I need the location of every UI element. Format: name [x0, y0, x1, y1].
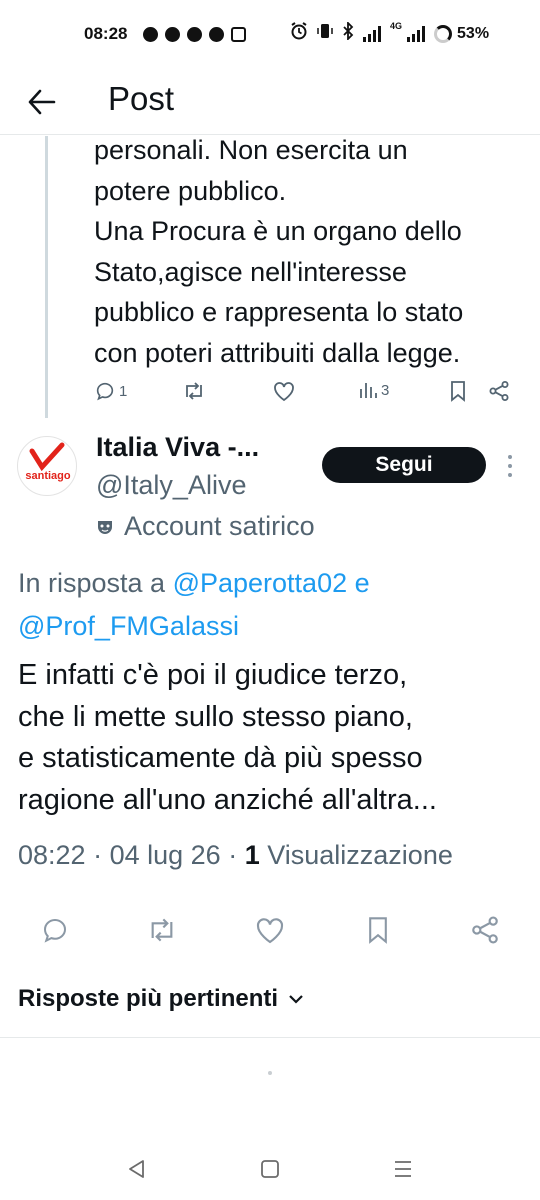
network-type: 4G — [390, 21, 403, 31]
loading-indicator — [268, 1071, 272, 1075]
like-button[interactable] — [272, 380, 296, 402]
repost-button[interactable] — [182, 380, 206, 402]
heart-icon — [274, 382, 294, 402]
bluetooth-icon — [342, 20, 354, 45]
facebook-notification-icon — [209, 27, 224, 42]
page-title: Post — [108, 80, 175, 117]
chat-notification-icon — [143, 27, 158, 42]
reply-icon — [43, 918, 67, 943]
bookmark-button[interactable] — [360, 912, 396, 948]
post-text: E infatti c'è poi il giudice terzo, che … — [18, 659, 437, 816]
facebook-notification-icon — [165, 27, 180, 42]
menu-lines-icon — [395, 1161, 411, 1177]
author-name[interactable]: Italia Viva -... — [96, 432, 259, 463]
chevron-down-icon — [289, 995, 303, 1004]
battery-percent: 53% — [457, 24, 490, 42]
previous-post-actions: 1 3 — [94, 380, 524, 412]
thread-line — [45, 136, 48, 418]
previous-post-text: personali. Non esercita un potere pubbli… — [94, 135, 464, 368]
repost-icon — [186, 382, 202, 400]
account-label: Account satirico — [124, 511, 315, 541]
bookmark-icon — [369, 917, 387, 944]
views-number: 1 — [244, 840, 260, 870]
status-bar: 08:28 4G 53% — [0, 0, 540, 72]
battery-icon — [434, 24, 453, 43]
post-meta: 08:22 · 04 lug 26 · 1 Visualizzazione — [18, 840, 453, 870]
share-button[interactable] — [488, 380, 510, 402]
nav-recents-button[interactable] — [390, 1156, 416, 1182]
reply-icon — [96, 382, 114, 401]
status-indicators: 4G 53% — [290, 20, 490, 45]
share-icon — [489, 381, 509, 401]
more-options-icon[interactable] — [503, 452, 517, 480]
signal-icon-2 — [407, 25, 426, 42]
notification-icons — [143, 27, 246, 42]
signal-icon — [363, 25, 381, 42]
post-actions — [0, 912, 540, 948]
follow-button[interactable]: Segui — [322, 447, 486, 483]
missed-call-icon — [231, 27, 246, 42]
author-handle[interactable]: @Italy_Alive — [96, 470, 246, 501]
mention-link[interactable]: @Paperotta02 — [173, 568, 348, 598]
section-divider — [0, 1037, 540, 1038]
like-button[interactable] — [252, 912, 288, 948]
header: Post — [0, 72, 540, 136]
mention-link[interactable]: @Prof_FMGalassi — [18, 611, 239, 641]
mask-icon — [98, 520, 112, 534]
reply-count: 1 — [119, 382, 128, 400]
square-home-icon — [261, 1160, 279, 1178]
reply-button[interactable] — [37, 912, 73, 948]
reply-button[interactable]: 1 — [94, 380, 127, 402]
views-label: Visualizzazione — [267, 840, 453, 870]
satire-label: Account satirico — [96, 511, 315, 542]
bookmark-button[interactable] — [448, 380, 468, 402]
nav-back-button[interactable] — [124, 1156, 150, 1182]
arrow-left-icon — [28, 89, 56, 115]
vibrate-icon — [317, 22, 333, 45]
reply-to-line: In risposta a @Paperotta02 e @Prof_FMGal… — [18, 568, 370, 641]
system-nav-bar — [0, 1140, 540, 1200]
alarm-icon — [290, 22, 308, 45]
status-time: 08:28 — [84, 24, 128, 43]
sort-label: Risposte più pertinenti — [18, 985, 279, 1012]
triangle-back-icon — [129, 1160, 144, 1178]
santiago-logo: santiago — [25, 442, 71, 482]
repost-button[interactable] — [144, 912, 180, 948]
view-count: 3 — [381, 381, 390, 399]
replies-sort-dropdown[interactable]: Risposte più pertinenti — [18, 985, 304, 1013]
share-button[interactable] — [467, 912, 503, 948]
share-icon — [472, 916, 498, 944]
bookmark-icon — [451, 381, 465, 402]
facebook-notification-icon — [187, 27, 202, 42]
views-button[interactable]: 3 — [358, 380, 389, 400]
avatar[interactable]: santiago — [17, 436, 77, 496]
heart-icon — [256, 918, 284, 944]
views-icon — [360, 383, 377, 398]
back-button[interactable] — [22, 82, 62, 122]
post-time[interactable]: 08:22 — [18, 840, 86, 870]
repost-icon — [151, 918, 173, 942]
svg-text:santiago: santiago — [25, 470, 71, 482]
post-date[interactable]: 04 lug 26 — [110, 840, 221, 870]
nav-home-button[interactable] — [257, 1156, 283, 1182]
